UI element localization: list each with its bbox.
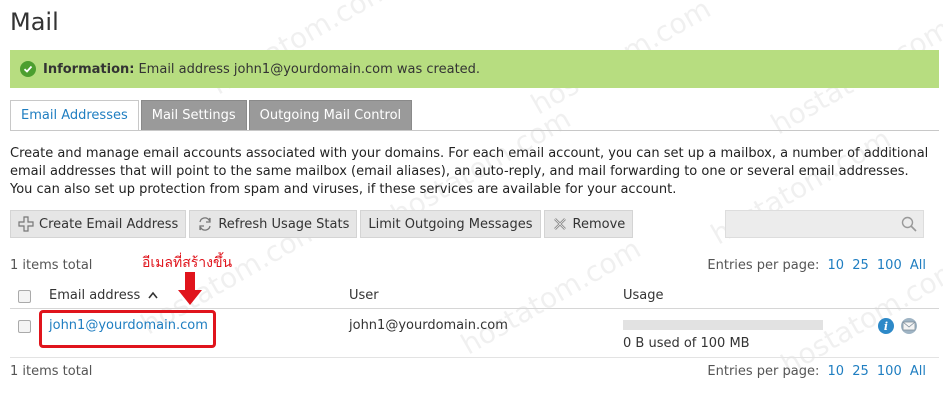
limit-outgoing-label: Limit Outgoing Messages xyxy=(368,216,533,232)
entries-label: Entries per page: xyxy=(707,364,820,379)
page-size-all[interactable]: All xyxy=(910,258,926,273)
row-checkbox[interactable] xyxy=(18,320,31,333)
refresh-usage-label: Refresh Usage Stats xyxy=(218,216,350,232)
description-text: Create and manage email accounts associa… xyxy=(10,146,929,197)
entries-label: Entries per page: xyxy=(707,258,820,273)
tab-bar: Email Addresses Mail Settings Outgoing M… xyxy=(10,100,414,131)
annotation-label: อีเมลที่สร้างขึ้น xyxy=(142,255,233,271)
limit-outgoing-button[interactable]: Limit Outgoing Messages xyxy=(360,210,541,238)
refresh-icon xyxy=(199,217,211,231)
info-icon[interactable]: i xyxy=(878,318,894,334)
tab-outgoing-mail-control[interactable]: Outgoing Mail Control xyxy=(248,100,413,131)
items-total: 1 items total xyxy=(10,258,93,273)
page-size-25[interactable]: 25 xyxy=(852,364,869,379)
page-size-10[interactable]: 10 xyxy=(828,364,845,379)
refresh-usage-button[interactable]: Refresh Usage Stats xyxy=(189,210,358,238)
create-email-label: Create Email Address xyxy=(39,216,179,232)
page-size-100[interactable]: 100 xyxy=(877,364,902,379)
tab-email-addresses[interactable]: Email Addresses xyxy=(10,100,139,131)
plus-icon xyxy=(18,216,34,232)
search-input[interactable] xyxy=(725,210,924,238)
tab-mail-settings[interactable]: Mail Settings xyxy=(140,100,247,131)
check-circle-icon xyxy=(20,61,36,77)
search-icon xyxy=(901,216,917,232)
page-size-10[interactable]: 10 xyxy=(828,258,845,273)
usage-text: 0 B used of 100 MB xyxy=(623,336,750,351)
page-title: Mail xyxy=(10,8,59,36)
email-address-link[interactable]: john1@yourdomain.com xyxy=(49,318,208,333)
entries-per-page: Entries per page: 10 25 100 All xyxy=(707,258,926,273)
column-email-header[interactable]: Email address xyxy=(49,288,159,303)
toolbar: Create Email Address Refresh Usage Stats… xyxy=(10,210,634,238)
remove-icon xyxy=(553,218,566,230)
remove-button[interactable]: Remove xyxy=(543,210,634,238)
info-label: Information: xyxy=(43,61,135,77)
user-cell: john1@yourdomain.com xyxy=(349,318,508,333)
select-all-checkbox[interactable] xyxy=(18,290,31,303)
column-email-label: Email address xyxy=(49,288,141,303)
items-total-bottom: 1 items total xyxy=(10,364,93,379)
info-message-bar: Information: Email address john1@yourdom… xyxy=(10,50,939,88)
mailbox-icon[interactable] xyxy=(900,317,918,335)
create-email-button[interactable]: Create Email Address xyxy=(10,210,187,238)
page-size-100[interactable]: 100 xyxy=(877,258,902,273)
page-size-25[interactable]: 25 xyxy=(852,258,869,273)
entries-per-page-bottom: Entries per page: 10 25 100 All xyxy=(707,364,926,379)
column-usage-header: Usage xyxy=(623,288,664,303)
info-text: Email address john1@yourdomain.com was c… xyxy=(138,61,481,77)
sort-up-icon xyxy=(148,291,159,299)
tab-divider xyxy=(10,130,939,131)
table-row: john1@yourdomain.com john1@yourdomain.co… xyxy=(10,310,939,358)
column-user-header: User xyxy=(349,288,379,303)
remove-label: Remove xyxy=(572,216,626,232)
usage-bar xyxy=(623,320,823,330)
page-size-all[interactable]: All xyxy=(910,364,926,379)
table-header: Email address User Usage xyxy=(10,283,939,309)
